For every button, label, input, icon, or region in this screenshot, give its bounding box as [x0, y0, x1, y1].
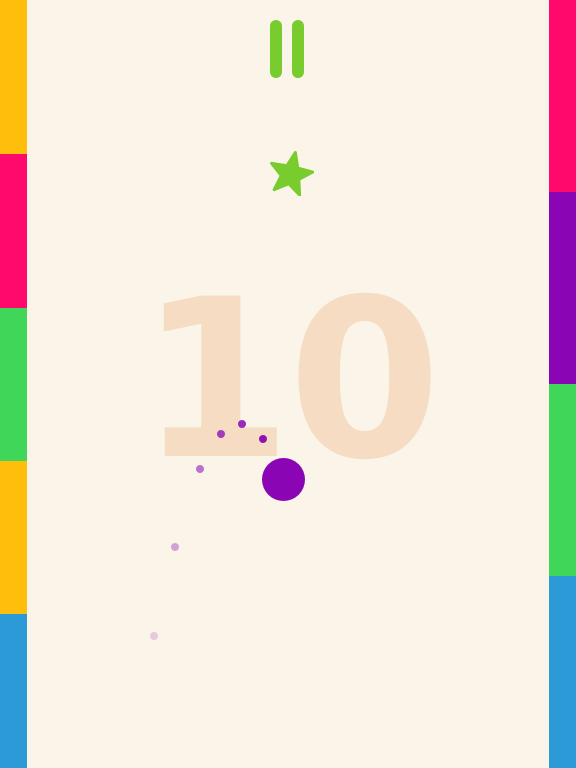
trail-particle: [217, 430, 225, 438]
trail-particle: [150, 632, 158, 640]
trail-particle: [238, 420, 246, 428]
star-icon: [268, 150, 315, 197]
right-wall-segment-blue: [549, 576, 576, 768]
left-wall-segment-yellow: [0, 0, 27, 154]
left-wall-segment-blue: [0, 614, 27, 768]
trail-particle: [259, 435, 267, 443]
player-ball[interactable]: [262, 458, 305, 501]
trail-particle: [171, 543, 179, 551]
score-display: 10: [138, 252, 441, 508]
pause-button[interactable]: [268, 20, 308, 78]
trail-particle: [196, 465, 204, 473]
right-wall-segment-pink: [549, 0, 576, 192]
